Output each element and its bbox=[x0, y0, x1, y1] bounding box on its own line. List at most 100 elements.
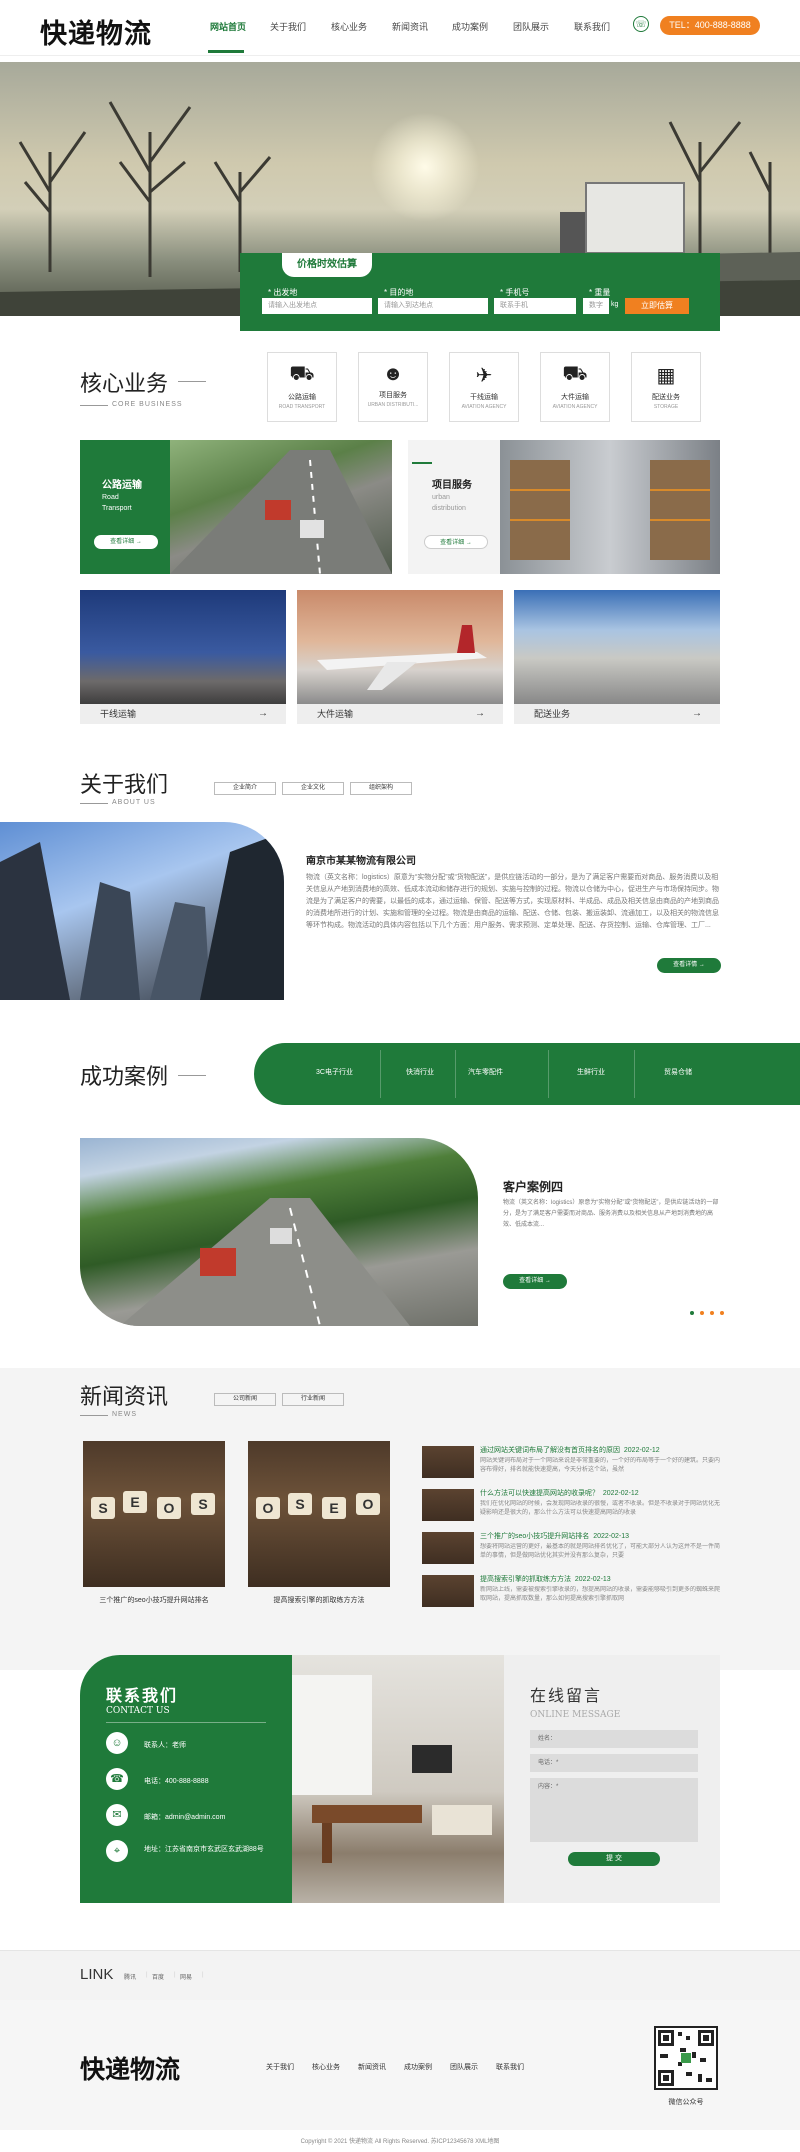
footer-nav-contact[interactable]: 联系我们 bbox=[496, 2062, 524, 2072]
service-heavy[interactable]: ⛟ 大件运输 AVIATION AGENCY bbox=[540, 352, 610, 422]
phone-label: * 手机号 bbox=[500, 288, 530, 297]
news-thumb[interactable] bbox=[422, 1489, 474, 1521]
news-item-title[interactable]: 三个推广的seo小技巧提升网站排名 2022-02-13 bbox=[480, 1531, 629, 1541]
tel-badge[interactable]: TEL：400-888-8888 bbox=[660, 16, 760, 35]
phone-icon: ☎ bbox=[106, 1768, 128, 1790]
news-featured-image[interactable]: S E O S bbox=[83, 1441, 225, 1587]
case-tab-fresh[interactable]: 生鲜行业 bbox=[577, 1067, 605, 1077]
news-title-text[interactable]: 通过网站关键词布局了解没有首页排名的原因 bbox=[480, 1447, 620, 1454]
news-tab-industry[interactable]: 行业新闻 bbox=[282, 1393, 344, 1406]
news-title-text[interactable]: 提高搜索引擎的抓取练方方法 bbox=[480, 1576, 571, 1583]
nav-contact[interactable]: 联系我们 bbox=[574, 20, 610, 33]
copyright: Copyright © 2021 快递物流 All Rights Reserve… bbox=[0, 2132, 800, 2152]
about-title: 关于我们 bbox=[80, 772, 169, 797]
link-netease[interactable]: 网易 bbox=[180, 1972, 192, 1981]
name-input[interactable]: 姓名： bbox=[530, 1730, 698, 1748]
about-tab-profile[interactable]: 企业简介 bbox=[214, 782, 276, 795]
arrow-right-icon: → bbox=[692, 708, 702, 719]
calculate-button[interactable]: 立即估算 bbox=[625, 298, 689, 314]
user-icon: ☺ bbox=[106, 1732, 128, 1754]
service-en: AVIATION AGENCY bbox=[552, 404, 598, 410]
link-baidu[interactable]: 百度 bbox=[152, 1972, 164, 1981]
core-subtitle: CORE BUSINESS bbox=[112, 401, 183, 408]
seo-tile-image: E bbox=[322, 1497, 346, 1519]
service-label: 项目服务 bbox=[379, 392, 407, 399]
case-tab-3c[interactable]: 3C电子行业 bbox=[316, 1067, 353, 1077]
tile-trunk-transport[interactable]: 干线运输 → bbox=[80, 590, 286, 724]
footer-nav-team[interactable]: 团队展示 bbox=[450, 2062, 478, 2072]
footer-nav-core[interactable]: 核心业务 bbox=[312, 2062, 340, 2072]
news-featured-caption[interactable]: 提高搜索引擎的抓取练方方法 bbox=[248, 1595, 390, 1605]
about-tab-culture[interactable]: 企业文化 bbox=[282, 782, 344, 795]
from-input[interactable]: 请输入出发地点 bbox=[262, 298, 372, 314]
phone-input[interactable]: 电话：* bbox=[530, 1754, 698, 1772]
service-road[interactable]: ⛟ 公路运输 ROAD TRANSPORT bbox=[267, 352, 337, 422]
carousel-dot[interactable] bbox=[710, 1311, 714, 1315]
news-thumb[interactable] bbox=[422, 1575, 474, 1607]
news-item-title[interactable]: 提高搜索引擎的抓取练方方法 2022-02-13 bbox=[480, 1574, 611, 1584]
card1-title: 公路运输 bbox=[102, 480, 142, 491]
service-label: 大件运输 bbox=[561, 394, 589, 401]
news-title: 新闻资讯 bbox=[80, 1384, 169, 1409]
nav-news[interactable]: 新闻资讯 bbox=[392, 20, 428, 33]
news-item-title[interactable]: 通过网站关键词布局了解没有首页排名的原因 2022-02-12 bbox=[480, 1445, 660, 1455]
card1-detail-button[interactable]: 查看详细 → bbox=[94, 535, 158, 549]
service-delivery[interactable]: ▦ 配送业务 STORAGE bbox=[631, 352, 701, 422]
carousel-dot-active[interactable] bbox=[690, 1311, 694, 1315]
nav-about[interactable]: 关于我们 bbox=[270, 20, 306, 33]
card2-sub1: urban bbox=[432, 494, 450, 501]
tab-divider bbox=[380, 1050, 381, 1098]
tab-divider bbox=[634, 1050, 635, 1098]
service-project[interactable]: ☻ 项目服务 URBAN DISTRIBUTI... bbox=[358, 352, 428, 422]
night-road-photo bbox=[80, 590, 286, 704]
link-tencent[interactable]: 腾讯 bbox=[124, 1972, 136, 1981]
service-trunk[interactable]: ✈ 干线运输 AVIATION AGENCY bbox=[449, 352, 519, 422]
news-title-text[interactable]: 三个推广的seo小技巧提升网站排名 bbox=[480, 1533, 589, 1540]
wechat-qr-code bbox=[654, 2026, 718, 2090]
tile-heavy-transport[interactable]: 大件运输 → bbox=[297, 590, 503, 724]
news-item-desc: 网站关键词布局对于一个网站来说是非常重要的，一个好的布局等于一个好的建筑。只要内… bbox=[480, 1458, 720, 1473]
subtitle-line bbox=[80, 1415, 108, 1416]
footer-nav-about[interactable]: 关于我们 bbox=[266, 2062, 294, 2072]
news-featured-caption[interactable]: 三个推广的seo小技巧提升网站排名 bbox=[83, 1595, 225, 1605]
cases-title: 成功案例 bbox=[80, 1064, 169, 1089]
card2-detail-button[interactable]: 查看详细 → bbox=[424, 535, 488, 549]
tile-delivery[interactable]: 配送业务 → bbox=[514, 590, 720, 724]
truck-cab bbox=[560, 212, 588, 254]
submit-button[interactable]: 提 交 bbox=[568, 1852, 660, 1866]
carousel-dot[interactable] bbox=[700, 1311, 704, 1315]
case-tab-fmcg[interactable]: 快消行业 bbox=[406, 1067, 434, 1077]
case-detail-button[interactable]: 查看详细 → bbox=[503, 1274, 567, 1289]
news-featured-image[interactable]: O S E O bbox=[248, 1441, 390, 1587]
phone-input[interactable]: 联系手机 bbox=[494, 298, 576, 314]
case-tab-auto[interactable]: 汽车零配件 bbox=[468, 1067, 503, 1077]
news-thumb[interactable] bbox=[422, 1446, 474, 1478]
content-textarea[interactable]: 内容：* bbox=[530, 1778, 698, 1842]
footer-nav-cases[interactable]: 成功案例 bbox=[404, 2062, 432, 2072]
weight-input[interactable]: 数字 bbox=[583, 298, 609, 314]
case-tab-storage[interactable]: 贸易仓储 bbox=[664, 1067, 692, 1077]
news-item-desc: 想要将网站运营的更好，最基本的就是网站排名优化了，可能大部分人认为这并不是一件简… bbox=[480, 1544, 720, 1559]
airplane-photo bbox=[297, 590, 503, 704]
nav-core[interactable]: 核心业务 bbox=[331, 20, 367, 33]
news-thumb[interactable] bbox=[422, 1532, 474, 1564]
case-title: 客户案例四 bbox=[503, 1180, 564, 1194]
about-tab-structure[interactable]: 组织架构 bbox=[350, 782, 412, 795]
link-separator: | bbox=[174, 1972, 176, 1978]
nav-cases[interactable]: 成功案例 bbox=[452, 20, 488, 33]
news-item-title[interactable]: 什么方法可以快速提高网站的收录呢？ 2022-02-12 bbox=[480, 1488, 639, 1498]
nav-team[interactable]: 团队展示 bbox=[513, 20, 549, 33]
calculator-tab[interactable]: 价格时效估算 bbox=[282, 253, 372, 277]
site-logo[interactable]: 快递物流 bbox=[40, 12, 152, 51]
arrow-right-icon: → bbox=[475, 708, 485, 719]
skyscrapers-drawing bbox=[0, 832, 284, 1000]
about-more-button[interactable]: 查看详情 → bbox=[657, 958, 721, 973]
warehouse-photo bbox=[500, 440, 720, 574]
carousel-dot[interactable] bbox=[720, 1311, 724, 1315]
footer-logo[interactable]: 快递物流 bbox=[80, 2050, 180, 2086]
news-title-text[interactable]: 什么方法可以快速提高网站的收录呢？ bbox=[480, 1490, 599, 1497]
to-input[interactable]: 请输入到达地点 bbox=[378, 298, 488, 314]
nav-home[interactable]: 网站首页 bbox=[210, 20, 246, 33]
footer-nav-news[interactable]: 新闻资讯 bbox=[358, 2062, 386, 2072]
news-tab-company[interactable]: 公司新闻 bbox=[214, 1393, 276, 1406]
